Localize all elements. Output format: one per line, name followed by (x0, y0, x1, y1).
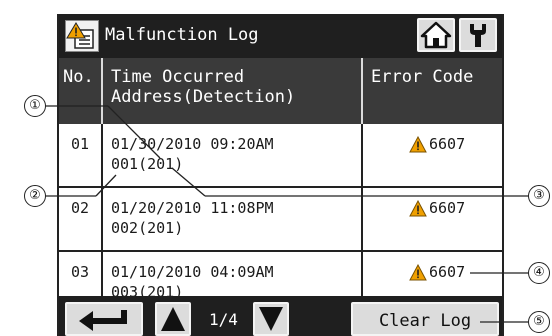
home-icon (419, 21, 453, 54)
page-up-button[interactable] (155, 302, 191, 336)
page-down-button[interactable] (253, 302, 289, 336)
log-row[interactable]: 01 01/30/2010 09:20AM 001(201) 6607 (59, 124, 502, 188)
address-detection: 002(201) (111, 219, 184, 237)
page-title: Malfunction Log (105, 25, 259, 45)
clear-log-button[interactable]: Clear Log (351, 302, 499, 336)
time-occurred: 01/30/2010 09:20AM (111, 135, 274, 153)
warning-triangle-icon (409, 135, 427, 154)
callout-1: ① (24, 95, 46, 117)
callout-4: ④ (528, 262, 550, 284)
down-triangle-icon (255, 307, 287, 336)
row-number: 02 (71, 199, 90, 217)
warning-triangle-icon (409, 199, 427, 218)
time-occurred: 01/10/2010 04:09AM (111, 263, 274, 281)
column-time-occurred: Time Occurred (111, 67, 245, 87)
column-address: Address(Detection) (111, 87, 296, 107)
column-divider (101, 124, 103, 296)
column-divider (361, 58, 363, 124)
column-error-code: Error Code (371, 67, 474, 87)
home-button[interactable] (417, 18, 455, 52)
wrench-icon (461, 24, 495, 54)
log-row[interactable]: 03 01/10/2010 04:09AM 003(201) 6607 (59, 252, 502, 301)
column-header: No. Time Occurred Address(Detection) Err… (59, 58, 502, 124)
address-detection: 001(201) (111, 155, 184, 173)
clear-log-label: Clear Log (378, 311, 472, 331)
callout-5: ⑤ (528, 311, 550, 333)
error-code: 6607 (429, 199, 466, 217)
error-code: 6607 (429, 135, 466, 153)
log-row[interactable]: 02 01/20/2010 11:08PM 002(201) 6607 (59, 188, 502, 252)
warning-document-icon (65, 20, 99, 52)
time-occurred: 01/20/2010 11:08PM (111, 199, 274, 217)
page-indicator: 1/4 (209, 310, 238, 329)
column-divider (101, 58, 103, 124)
row-number: 01 (71, 135, 90, 153)
footer-bar: 1/4 Clear Log (59, 296, 502, 336)
column-no: No. (63, 67, 94, 87)
error-code: 6607 (429, 263, 466, 281)
warning-triangle-icon (409, 263, 427, 282)
title-bar: Malfunction Log (59, 14, 502, 58)
malfunction-log-screen: Malfunction Log No. Time Occurred Addres… (57, 14, 504, 336)
row-number: 03 (71, 263, 90, 281)
return-arrow-icon (67, 310, 141, 336)
back-button[interactable] (65, 302, 143, 336)
column-divider (361, 124, 363, 296)
maintenance-button[interactable] (459, 18, 497, 52)
up-triangle-icon (157, 307, 189, 336)
callout-3: ③ (528, 185, 550, 207)
callout-2: ② (24, 185, 46, 207)
